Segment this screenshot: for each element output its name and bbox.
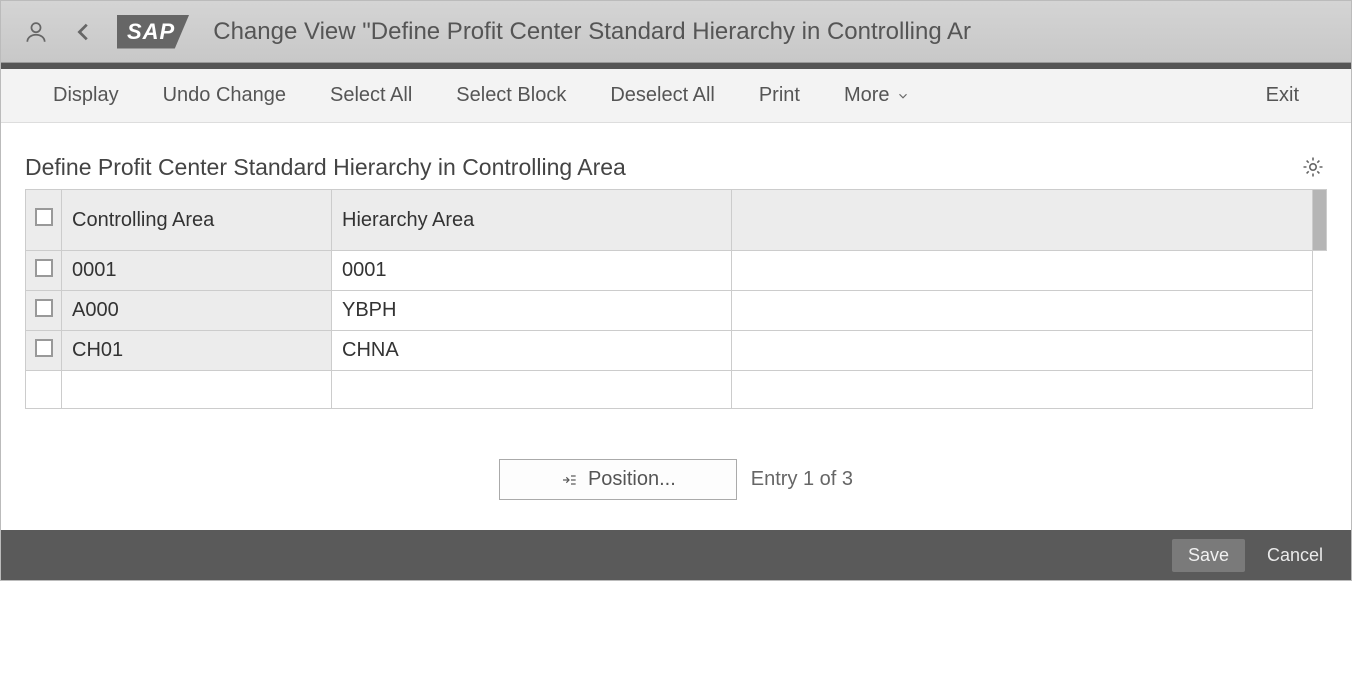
sap-logo: SAP: [117, 15, 189, 49]
exit-button[interactable]: Exit: [1244, 84, 1321, 107]
position-label: Position...: [588, 468, 676, 491]
table-header-row: Controlling Area Hierarchy Area: [26, 190, 1327, 251]
chevron-down-icon: [896, 89, 910, 103]
more-menu[interactable]: More: [822, 84, 932, 107]
controlling-area-cell[interactable]: CH01: [62, 331, 332, 371]
row-checkbox[interactable]: [26, 251, 62, 291]
checkbox-icon: [35, 259, 53, 277]
scroll-thumb[interactable]: [1313, 190, 1326, 250]
select-all-button[interactable]: Select All: [308, 84, 434, 107]
section-header: Define Profit Center Standard Hierarchy …: [25, 153, 1327, 181]
entry-status: Entry 1 of 3: [751, 468, 853, 491]
blank-cell: [732, 291, 1313, 331]
blank-cell: [732, 251, 1313, 291]
undo-change-button[interactable]: Undo Change: [141, 84, 308, 107]
select-all-checkbox-cell[interactable]: [26, 190, 62, 251]
empty-cell: [26, 371, 62, 409]
scrollbar[interactable]: [1313, 190, 1327, 251]
row-checkbox[interactable]: [26, 331, 62, 371]
empty-cell: [732, 371, 1313, 409]
hierarchy-area-cell[interactable]: YBPH: [332, 291, 732, 331]
window-title: Change View "Define Profit Center Standa…: [213, 18, 1331, 46]
user-icon[interactable]: [21, 17, 51, 47]
settings-button[interactable]: [1299, 153, 1327, 181]
titlebar: SAP Change View "Define Profit Center St…: [1, 1, 1351, 63]
checkbox-icon: [35, 208, 53, 226]
column-controlling-area[interactable]: Controlling Area: [62, 190, 332, 251]
checkbox-icon: [35, 339, 53, 357]
select-block-button[interactable]: Select Block: [434, 84, 588, 107]
toolbar: Display Undo Change Select All Select Bl…: [1, 69, 1351, 123]
cancel-button[interactable]: Cancel: [1267, 545, 1323, 566]
controlling-area-cell[interactable]: A000: [62, 291, 332, 331]
empty-cell: [62, 371, 332, 409]
position-button[interactable]: Position...: [499, 459, 737, 500]
table-row-empty: [26, 371, 1327, 409]
table-footer: Position... Entry 1 of 3: [25, 459, 1327, 500]
position-icon: [560, 472, 578, 488]
empty-cell: [332, 371, 732, 409]
controlling-area-cell[interactable]: 0001: [62, 251, 332, 291]
checkbox-icon: [35, 299, 53, 317]
more-label: More: [844, 84, 890, 107]
table-row[interactable]: 0001 0001: [26, 251, 1327, 291]
hierarchy-area-cell[interactable]: 0001: [332, 251, 732, 291]
display-button[interactable]: Display: [31, 84, 141, 107]
section-title: Define Profit Center Standard Hierarchy …: [25, 154, 1299, 181]
app-window: SAP Change View "Define Profit Center St…: [0, 0, 1352, 581]
footer: Save Cancel: [1, 530, 1351, 580]
save-button[interactable]: Save: [1172, 539, 1245, 572]
column-hierarchy-area[interactable]: Hierarchy Area: [332, 190, 732, 251]
back-icon[interactable]: [69, 17, 99, 47]
hierarchy-area-cell[interactable]: CHNA: [332, 331, 732, 371]
table-row[interactable]: A000 YBPH: [26, 291, 1327, 331]
gear-icon: [1301, 155, 1325, 179]
deselect-all-button[interactable]: Deselect All: [588, 84, 737, 107]
table-row[interactable]: CH01 CHNA: [26, 331, 1327, 371]
row-checkbox[interactable]: [26, 291, 62, 331]
print-button[interactable]: Print: [737, 84, 822, 107]
data-table: Controlling Area Hierarchy Area 0001 000…: [25, 189, 1327, 409]
content-area: Define Profit Center Standard Hierarchy …: [1, 123, 1351, 530]
blank-cell: [732, 331, 1313, 371]
column-blank: [732, 190, 1313, 251]
